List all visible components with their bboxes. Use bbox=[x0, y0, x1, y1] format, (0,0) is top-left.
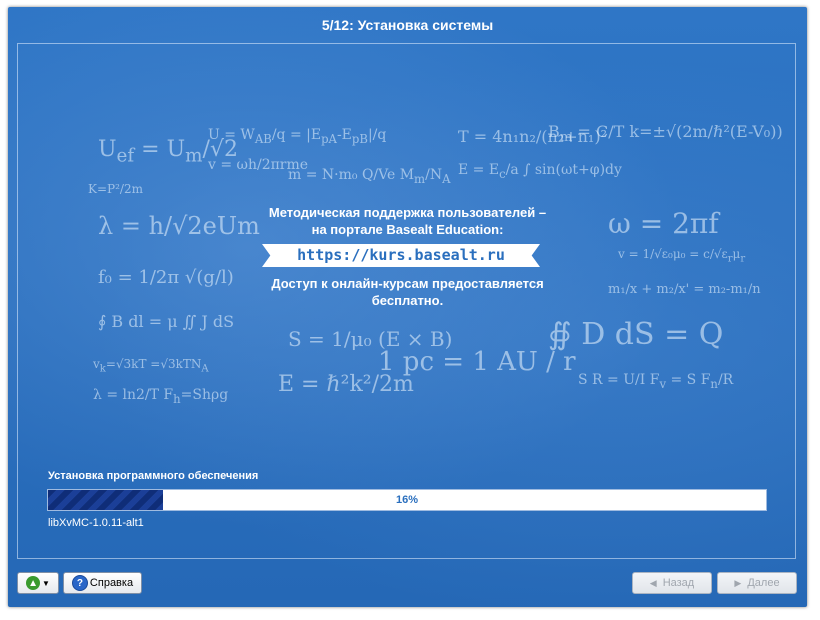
next-button-label: Далее bbox=[747, 577, 780, 589]
progress-percent-text: 16% bbox=[395, 494, 419, 506]
install-status-label: Установка программного обеспечения bbox=[48, 470, 259, 482]
banner-line-3: Доступ к онлайн-курсам предоставляется bbox=[271, 276, 544, 291]
up-arrow-icon: ▲ bbox=[26, 576, 41, 590]
window-title: 5/12: Установка системы bbox=[321, 17, 494, 33]
banner-line-2: на портале Basealt Education: bbox=[311, 222, 504, 237]
banner-line-1: Методическая поддержка пользователей – bbox=[268, 205, 547, 220]
back-button[interactable]: ◀ Назад bbox=[632, 572, 712, 594]
install-progress-bar: 16% bbox=[47, 489, 767, 511]
banner-line-4: бесплатно. bbox=[371, 293, 444, 308]
chevron-down-icon: ▼ bbox=[42, 578, 50, 588]
banner-url-ribbon: https://kurs.basealt.ru bbox=[262, 244, 540, 267]
chevron-right-icon: ▶ bbox=[734, 577, 742, 588]
help-button-label: Справка bbox=[89, 577, 134, 589]
back-button-label: Назад bbox=[662, 577, 695, 589]
menu-button[interactable]: ▲ ▼ bbox=[17, 572, 59, 594]
chevron-left-icon: ◀ bbox=[649, 577, 657, 588]
installer-window: 5/12: Установка системы Uef = Um/√2 K=P²… bbox=[8, 7, 807, 607]
help-icon: ? bbox=[71, 575, 88, 591]
next-button[interactable]: ▶ Далее bbox=[717, 572, 797, 594]
current-package-label: libXvMC-1.0.11-alt1 bbox=[48, 517, 144, 529]
help-button[interactable]: ? Справка bbox=[63, 572, 142, 594]
